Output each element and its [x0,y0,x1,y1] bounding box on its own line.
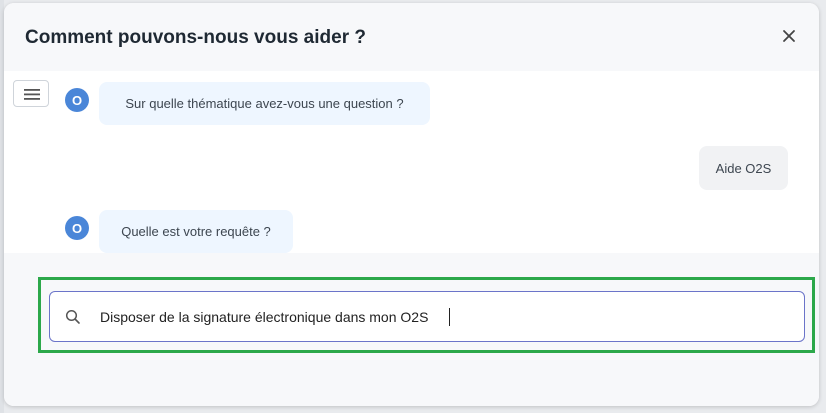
user-message: Aide O2S [699,146,788,190]
close-button[interactable] [779,26,799,46]
dialog-header: Comment pouvons-nous vous aider ? [4,3,819,71]
message-text: Aide O2S [715,160,772,176]
search-input[interactable] [100,306,780,328]
menu-button[interactable] [13,80,49,107]
bot-avatar: O [65,88,89,112]
close-icon [783,30,795,42]
message-text: Sur quelle thématique avez-vous une ques… [125,96,404,111]
message-text: Quelle est votre requête ? [121,224,271,239]
bot-avatar: O [65,216,89,240]
bot-message: Sur quelle thématique avez-vous une ques… [99,82,430,125]
hamburger-menu-icon [24,89,40,100]
search-field[interactable] [49,291,805,342]
search-icon [65,309,80,324]
help-dialog: Comment pouvons-nous vous aider ? O Sur … [4,3,819,406]
text-caret [449,308,450,326]
dialog-title: Comment pouvons-nous vous aider ? [25,27,366,48]
bot-message: Quelle est votre requête ? [99,210,293,253]
